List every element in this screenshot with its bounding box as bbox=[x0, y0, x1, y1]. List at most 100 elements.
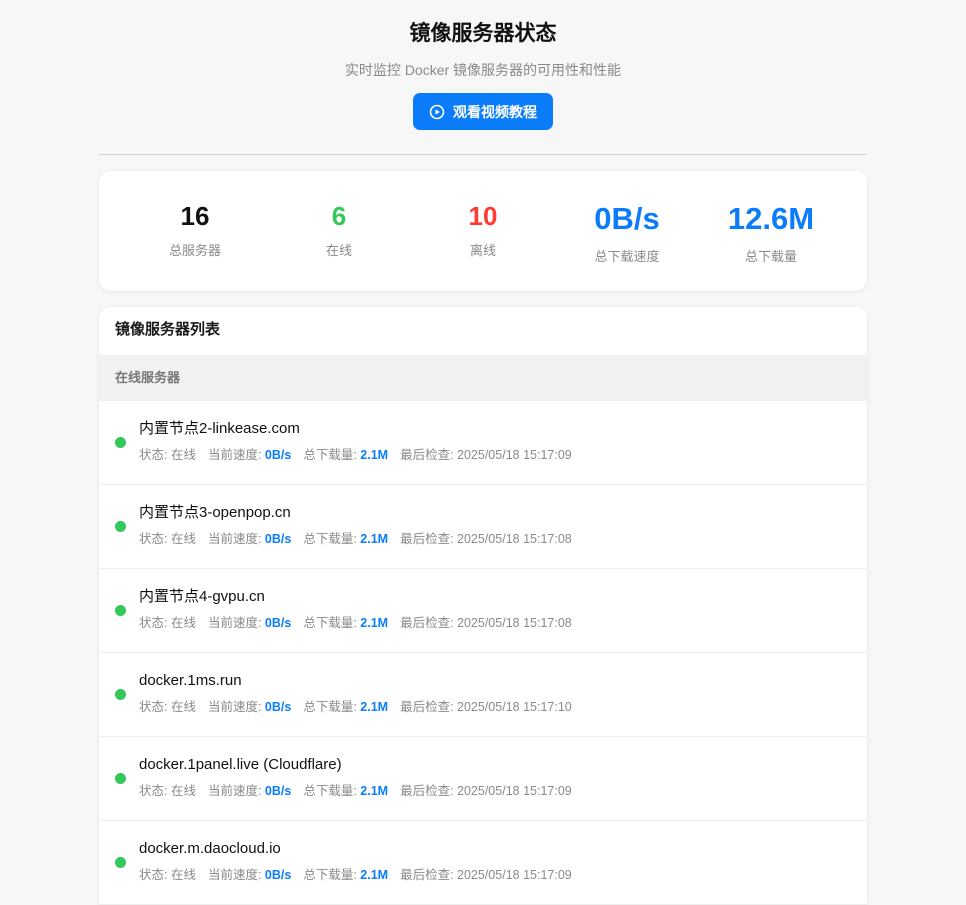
server-row[interactable]: 内置节点2-linkease.com 状态: 在线 当前速度: 0B/s 总下载量: … bbox=[99, 401, 867, 485]
stat-label: 总服务器 bbox=[168, 243, 221, 258]
online-status-dot-icon bbox=[115, 437, 126, 448]
server-speed: 当前速度: 0B/s bbox=[208, 868, 291, 882]
page-title: 镜像服务器状态 bbox=[409, 22, 557, 45]
server-last-check-label: 最后检查: bbox=[400, 700, 458, 714]
server-list-title: 镜像服务器列表 bbox=[115, 321, 221, 338]
server-total-download: 总下载量: 2.1M bbox=[303, 868, 388, 882]
server-status-label: 状态: bbox=[139, 448, 171, 462]
server-meta: 状态: 在线 当前速度: 0B/s 总下载量: 2.1M 最后检查: 2025/05/… bbox=[139, 699, 584, 715]
server-row[interactable]: 内置节点4-gvpu.cn 状态: 在线 当前速度: 0B/s 总下载量: 2.1M 最… bbox=[99, 569, 867, 653]
server-total-download-label: 总下载量: bbox=[303, 868, 361, 882]
server-status-value: 在线 bbox=[170, 448, 196, 462]
server-total-download-label: 总下载量: bbox=[303, 448, 361, 462]
server-row[interactable]: docker.1ms.run 状态: 在线 当前速度: 0B/s 总下载量: 2.1M… bbox=[99, 653, 867, 737]
server-last-check-value: 2025/05/18 15:17:10 bbox=[457, 700, 572, 714]
server-name: 内置节点2-linkease.com bbox=[139, 420, 300, 437]
server-total-download: 总下载量: 2.1M bbox=[303, 784, 388, 798]
server-speed: 当前速度: 0B/s bbox=[208, 784, 291, 798]
server-status-value: 在线 bbox=[170, 784, 196, 798]
server-last-check-label: 最后检查: bbox=[400, 532, 458, 546]
server-name: 内置节点3-openpop.cn bbox=[139, 504, 291, 521]
server-meta: 状态: 在线 当前速度: 0B/s 总下载量: 2.1M 最后检查: 2025/05/… bbox=[139, 867, 584, 883]
watch-tutorial-button[interactable]: 观看视频教程 bbox=[413, 93, 553, 130]
server-meta: 状态: 在线 当前速度: 0B/s 总下载量: 2.1M 最后检查: 2025/05/… bbox=[139, 531, 584, 547]
server-last-check: 最后检查: 2025/05/18 15:17:09 bbox=[400, 784, 572, 798]
online-status-dot-icon bbox=[115, 605, 126, 616]
server-speed-value: 0B/s bbox=[264, 616, 292, 630]
server-last-check-label: 最后检查: bbox=[400, 448, 458, 462]
server-speed-label: 当前速度: bbox=[207, 448, 265, 462]
page-subtitle: 实时监控 Docker 镜像服务器的可用性和性能 bbox=[344, 62, 622, 78]
server-speed: 当前速度: 0B/s bbox=[208, 532, 291, 546]
stat-value: 12.6M bbox=[727, 201, 815, 236]
server-speed-value: 0B/s bbox=[264, 532, 292, 546]
server-status: 状态: 在线 bbox=[139, 448, 196, 462]
server-status-value: 在线 bbox=[170, 868, 196, 882]
server-speed-value: 0B/s bbox=[264, 784, 292, 798]
server-status: 状态: 在线 bbox=[139, 784, 196, 798]
server-speed: 当前速度: 0B/s bbox=[208, 448, 291, 462]
server-status-label: 状态: bbox=[139, 700, 171, 714]
server-row[interactable]: 内置节点3-openpop.cn 状态: 在线 当前速度: 0B/s 总下载量: 2.… bbox=[99, 485, 867, 569]
server-last-check-value: 2025/05/18 15:17:09 bbox=[457, 784, 572, 798]
server-total-download: 总下载量: 2.1M bbox=[303, 448, 388, 462]
server-status-value: 在线 bbox=[170, 616, 196, 630]
stat-label: 离线 bbox=[469, 243, 496, 258]
server-speed-value: 0B/s bbox=[264, 868, 292, 882]
server-last-check: 最后检查: 2025/05/18 15:17:10 bbox=[400, 700, 572, 714]
server-total-download: 总下载量: 2.1M bbox=[303, 532, 388, 546]
server-speed-label: 当前速度: bbox=[207, 532, 265, 546]
server-total-download-value: 2.1M bbox=[360, 616, 389, 630]
server-row[interactable]: docker.m.daocloud.io 状态: 在线 当前速度: 0B/s 总下载量… bbox=[99, 821, 867, 905]
server-status-label: 状态: bbox=[139, 868, 171, 882]
online-group-header: 在线服务器 bbox=[99, 355, 867, 401]
server-total-download-label: 总下载量: bbox=[303, 616, 361, 630]
online-status-dot-icon bbox=[115, 773, 126, 784]
server-last-check-label: 最后检查: bbox=[400, 784, 458, 798]
online-status-dot-icon bbox=[115, 689, 126, 700]
server-name: docker.1ms.run bbox=[139, 672, 242, 689]
server-list-card: 镜像服务器列表 在线服务器 内置节点2-linkease.com 状态: 在线 当前… bbox=[99, 307, 867, 905]
server-total-download-label: 总下载量: bbox=[303, 532, 361, 546]
stat-label: 总下载速度 bbox=[594, 249, 660, 264]
server-total-download-value: 2.1M bbox=[360, 448, 389, 462]
server-status: 状态: 在线 bbox=[139, 700, 196, 714]
online-status-dot-icon bbox=[115, 857, 126, 868]
server-speed-label: 当前速度: bbox=[207, 616, 265, 630]
server-status: 状态: 在线 bbox=[139, 532, 196, 546]
server-status-label: 状态: bbox=[139, 532, 171, 546]
server-last-check: 最后检查: 2025/05/18 15:17:09 bbox=[400, 868, 572, 882]
server-meta: 状态: 在线 当前速度: 0B/s 总下载量: 2.1M 最后检查: 2025/05/… bbox=[139, 783, 584, 799]
server-speed: 当前速度: 0B/s bbox=[208, 616, 291, 630]
server-speed-label: 当前速度: bbox=[207, 868, 265, 882]
play-circle-icon bbox=[429, 104, 445, 120]
stat-item: 12.6M 总下载量 bbox=[701, 171, 841, 265]
server-total-download-label: 总下载量: bbox=[303, 700, 361, 714]
server-total-download: 总下载量: 2.1M bbox=[303, 700, 388, 714]
server-speed-value: 0B/s bbox=[264, 700, 292, 714]
server-last-check-label: 最后检查: bbox=[400, 868, 458, 882]
server-last-check: 最后检查: 2025/05/18 15:17:08 bbox=[400, 616, 572, 630]
page-header: 镜像服务器状态 实时监控 Docker 镜像服务器的可用性和性能 观看视频教程 bbox=[0, 0, 966, 130]
server-total-download-value: 2.1M bbox=[360, 532, 389, 546]
stat-value: 0B/s bbox=[594, 201, 660, 236]
server-meta: 状态: 在线 当前速度: 0B/s 总下载量: 2.1M 最后检查: 2025/05/… bbox=[139, 615, 584, 631]
server-speed-label: 当前速度: bbox=[207, 700, 265, 714]
server-name: docker.m.daocloud.io bbox=[139, 840, 281, 857]
server-row[interactable]: docker.1panel.live (Cloudflare) 状态: 在线 当前速… bbox=[99, 737, 867, 821]
stat-item: 16 总服务器 bbox=[125, 171, 265, 259]
server-speed: 当前速度: 0B/s bbox=[208, 700, 291, 714]
server-speed-value: 0B/s bbox=[264, 448, 292, 462]
server-status-value: 在线 bbox=[170, 700, 196, 714]
server-list: 内置节点2-linkease.com 状态: 在线 当前速度: 0B/s 总下载量: … bbox=[99, 401, 867, 905]
stat-label: 总下载量 bbox=[744, 249, 797, 264]
server-status-label: 状态: bbox=[139, 616, 171, 630]
stat-item: 0B/s 总下载速度 bbox=[557, 171, 697, 265]
server-status-value: 在线 bbox=[170, 532, 196, 546]
server-status: 状态: 在线 bbox=[139, 616, 196, 630]
server-last-check-value: 2025/05/18 15:17:09 bbox=[457, 448, 572, 462]
stat-value: 6 bbox=[331, 201, 347, 231]
server-total-download-value: 2.1M bbox=[360, 868, 389, 882]
watch-tutorial-label: 观看视频教程 bbox=[453, 103, 537, 120]
online-status-dot-icon bbox=[115, 521, 126, 532]
